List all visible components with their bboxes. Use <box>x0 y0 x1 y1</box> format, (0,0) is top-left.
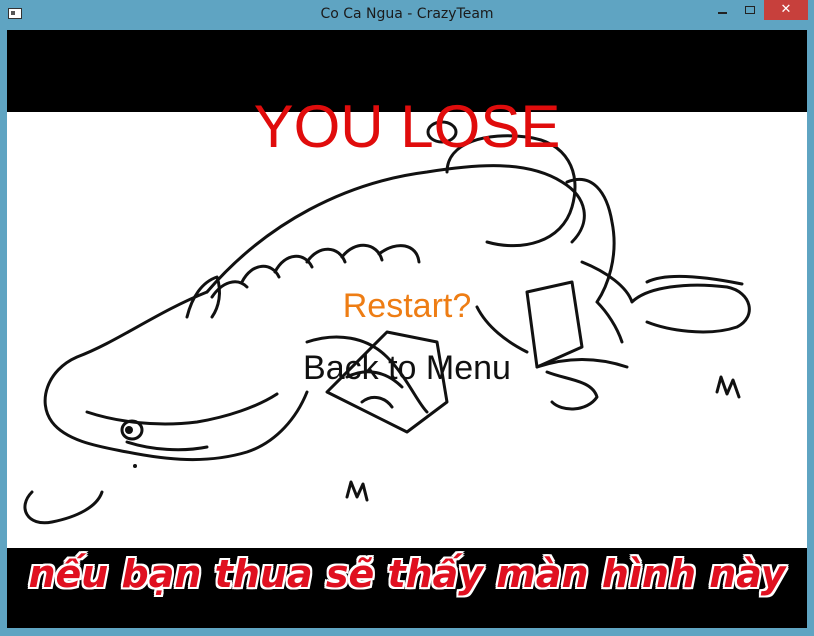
caption-text: nếu bạn thua sẽ thấy màn hình này <box>28 552 786 596</box>
collapsed-horse-illustration <box>23 120 751 525</box>
restart-button[interactable]: Restart? <box>7 286 807 326</box>
back-to-menu-button[interactable]: Back to Menu <box>7 348 807 388</box>
you-lose-heading: YOU LOSE <box>253 93 561 160</box>
window-title: Co Ca Ngua - CrazyTeam <box>320 6 494 22</box>
game-canvas: YOU LOSE Restart? Back to Menu nếu bạn t… <box>7 30 807 628</box>
lose-screen <box>7 112 807 548</box>
game-window: Co Ca Ngua - CrazyTeam ✕ YOU LOSE Restar… <box>0 0 814 636</box>
minimize-button[interactable] <box>708 0 736 20</box>
close-button[interactable]: ✕ <box>764 0 808 20</box>
title-bar[interactable]: Co Ca Ngua - CrazyTeam ✕ <box>0 0 814 30</box>
maximize-button[interactable] <box>736 0 764 20</box>
